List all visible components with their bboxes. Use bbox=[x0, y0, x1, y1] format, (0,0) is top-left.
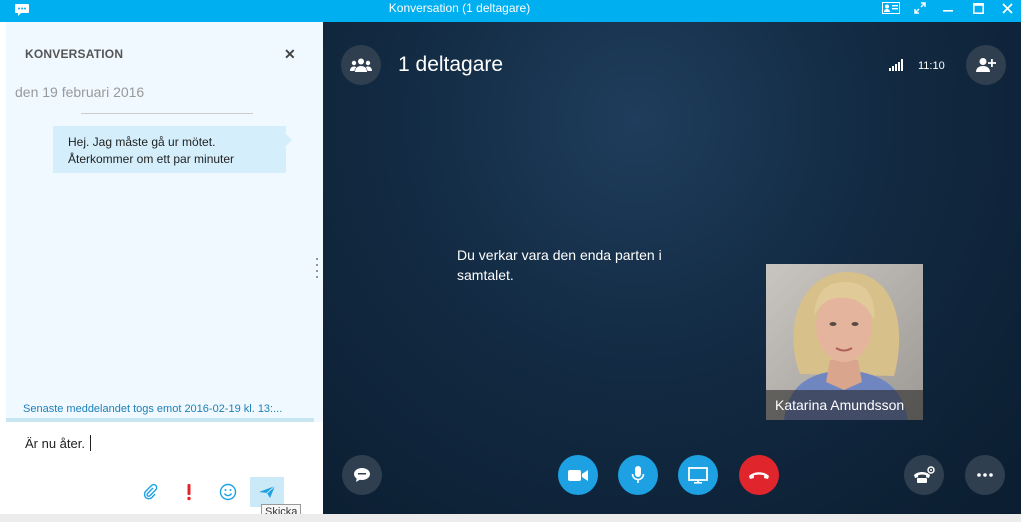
text-caret bbox=[90, 435, 91, 451]
hang-up-button[interactable] bbox=[739, 455, 779, 495]
message-bubble: Hej. Jag måste gå ur mötet. Återkommer o… bbox=[53, 126, 292, 173]
more-options-button[interactable] bbox=[965, 455, 1005, 495]
conversation-date: den 19 februari 2016 bbox=[15, 84, 145, 100]
participants-count: 1 deltagare bbox=[398, 53, 504, 76]
hang-up-phone-icon bbox=[749, 472, 769, 479]
conversation-header: KONVERSATION bbox=[25, 47, 124, 61]
monitor-icon bbox=[688, 466, 708, 484]
title-bar: Konversation (1 deltagare) bbox=[0, 0, 1021, 22]
share-screen-button[interactable] bbox=[678, 455, 718, 495]
call-stage: 1 deltagare 11:10 Du verkar vara den end… bbox=[323, 22, 1021, 514]
send-button[interactable] bbox=[250, 477, 284, 507]
send-icon bbox=[259, 485, 276, 498]
message-line: Återkommer om ett par minuter bbox=[68, 152, 235, 166]
people-icon bbox=[350, 58, 372, 72]
more-dots-icon bbox=[977, 473, 993, 477]
call-timer: 11:10 bbox=[918, 60, 945, 72]
participants-button[interactable] bbox=[341, 45, 381, 85]
add-participant-button[interactable] bbox=[966, 45, 1006, 85]
background-window-edge bbox=[0, 514, 1021, 522]
window-title: Konversation (1 deltagare) bbox=[388, 1, 531, 15]
conversation-pane: KONVERSATION ✕ den 19 februari 2016 Hej.… bbox=[6, 22, 323, 516]
fullscreen-icon[interactable] bbox=[909, 0, 931, 16]
important-icon[interactable] bbox=[178, 481, 200, 503]
microphone-icon bbox=[631, 466, 645, 483]
minimize-icon[interactable] bbox=[937, 0, 959, 16]
chat-bubble-icon bbox=[354, 468, 370, 482]
video-button[interactable] bbox=[558, 455, 598, 495]
add-person-icon bbox=[976, 58, 996, 72]
alone-in-call-message: Du verkar vara den enda parten i samtale… bbox=[457, 247, 662, 283]
pane-splitter-handle[interactable] bbox=[315, 256, 319, 280]
microphone-button[interactable] bbox=[618, 455, 658, 495]
signal-strength-icon bbox=[889, 59, 903, 71]
message-input[interactable]: Är nu åter. bbox=[25, 436, 85, 451]
message-compose-area[interactable]: Är nu åter. bbox=[6, 422, 323, 516]
close-window-icon[interactable] bbox=[996, 0, 1018, 16]
video-camera-icon bbox=[568, 469, 588, 481]
close-conversation-button[interactable]: ✕ bbox=[284, 46, 296, 63]
date-divider bbox=[81, 113, 253, 114]
participant-name: Katarina Amundsson bbox=[766, 390, 923, 420]
participant-photo: Katarina Amundsson bbox=[766, 264, 923, 420]
call-controls-button[interactable] bbox=[904, 455, 944, 495]
phone-settings-icon bbox=[914, 466, 935, 483]
emoticon-icon[interactable] bbox=[217, 481, 239, 503]
paperclip-icon[interactable] bbox=[139, 481, 161, 503]
message-line: Hej. Jag måste gå ur mötet. bbox=[68, 135, 216, 149]
contact-card-icon[interactable] bbox=[880, 0, 902, 16]
last-received-status: Senaste meddelandet togs emot 2016-02-19… bbox=[23, 403, 283, 415]
maximize-icon[interactable] bbox=[967, 0, 989, 16]
show-conversation-button[interactable] bbox=[342, 455, 382, 495]
